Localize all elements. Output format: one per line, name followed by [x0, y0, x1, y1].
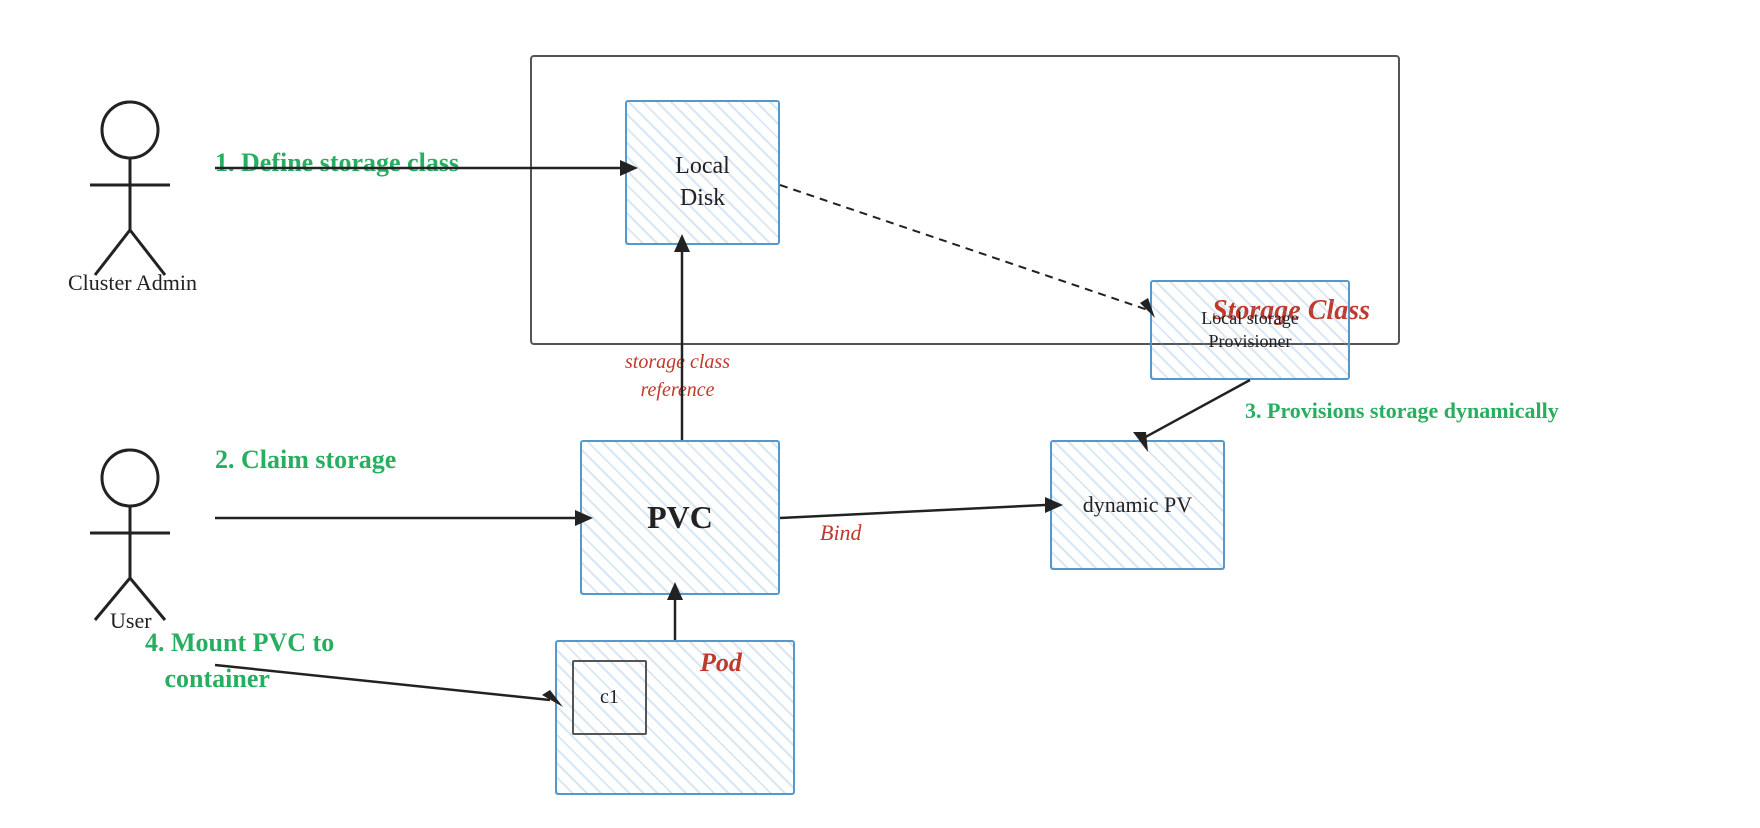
pod-label-text: Pod	[700, 648, 742, 678]
bind-label: Bind	[820, 520, 862, 546]
cluster-admin-label: Cluster Admin	[68, 270, 197, 296]
pod-c1-text: c1	[572, 660, 647, 735]
user-label: User	[110, 608, 152, 634]
step1-label: 1. Define storage class	[215, 148, 459, 178]
step4-label: 4. Mount PVC to container	[145, 625, 334, 698]
storage-ref-label: storage classreference	[625, 348, 730, 404]
dynamic-pv-text: dynamic PV	[1050, 440, 1225, 570]
provisioner-box	[1150, 280, 1350, 380]
step3-label: 3. Provisions storage dynamically	[1245, 398, 1559, 424]
step2-label: 2. Claim storage	[215, 445, 396, 475]
pvc-text: PVC	[580, 440, 780, 595]
local-disk-box	[625, 100, 780, 245]
